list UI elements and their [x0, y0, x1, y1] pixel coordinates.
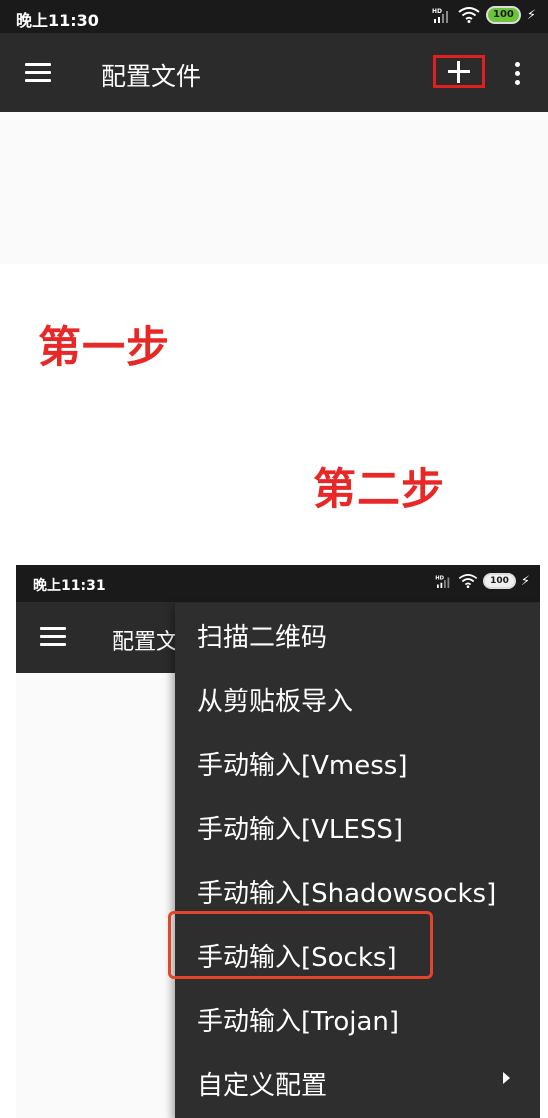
menu-item-label: 自定义配置	[197, 1071, 328, 1101]
page-title: 配置文件	[101, 62, 202, 91]
hamburger-icon[interactable]	[25, 63, 51, 83]
submenu-arrow-icon	[503, 1072, 510, 1084]
status-time: 晚上11:30	[16, 11, 99, 30]
more-vert-icon[interactable]	[515, 62, 521, 86]
signal-icon: HD	[435, 575, 450, 588]
step1-annotation: 第一步	[38, 323, 170, 373]
menu-item-label: 手动输入[Vmess]	[197, 751, 408, 781]
menu-item-manual-trojan[interactable]: 手动输入[Trojan]	[175, 987, 540, 1051]
status-icons: HD 100 ⚡	[435, 573, 530, 589]
config-list	[0, 112, 548, 264]
menu-item-label: 手动输入[Trojan]	[197, 1007, 400, 1037]
second-screenshot: 晚上11:31 HD 100 ⚡ 配置文 扫描二维码 从剪贴板导入 手动输入[V…	[16, 565, 540, 1118]
plus-icon	[448, 60, 470, 83]
status-bar: 晚上11:31 HD 100 ⚡	[16, 565, 540, 602]
charging-icon: ⚡	[520, 573, 530, 589]
menu-item-import-clipboard[interactable]: 从剪贴板导入	[175, 667, 540, 731]
menu-item-label: 手动输入[Shadowsocks]	[197, 879, 497, 909]
hamburger-icon[interactable]	[40, 627, 66, 647]
status-time: 晚上11:31	[33, 578, 106, 594]
menu-item-label: 从剪贴板导入	[197, 687, 354, 717]
signal-icon: HD	[432, 8, 448, 23]
wifi-icon	[458, 7, 480, 23]
socks-highlight-box	[168, 911, 433, 979]
wifi-icon	[458, 574, 478, 588]
battery-icon: 100	[483, 573, 516, 589]
battery-icon: 100	[485, 6, 521, 24]
page-title: 配置文	[112, 630, 179, 655]
menu-item-label: 扫描二维码	[197, 623, 328, 653]
menu-item-label: 手动输入[VLESS]	[197, 815, 403, 845]
add-config-button[interactable]	[433, 55, 485, 88]
menu-item-scan-qr[interactable]: 扫描二维码	[175, 603, 540, 667]
add-config-menu: 扫描二维码 从剪贴板导入 手动输入[Vmess] 手动输入[VLESS] 手动输…	[175, 603, 540, 1118]
charging-icon: ⚡	[526, 7, 536, 23]
step2-annotation: 第二步	[313, 465, 445, 515]
svg-text:HD: HD	[435, 575, 444, 581]
menu-item-manual-vmess[interactable]: 手动输入[Vmess]	[175, 731, 540, 795]
status-bar: 晚上11:30 HD 100 ⚡	[0, 0, 548, 33]
menu-item-manual-vless[interactable]: 手动输入[VLESS]	[175, 795, 540, 859]
status-icons: HD 100 ⚡	[432, 6, 536, 24]
menu-item-custom-config[interactable]: 自定义配置	[175, 1051, 540, 1115]
app-bar: 配置文件	[0, 33, 548, 112]
svg-text:HD: HD	[432, 8, 442, 15]
